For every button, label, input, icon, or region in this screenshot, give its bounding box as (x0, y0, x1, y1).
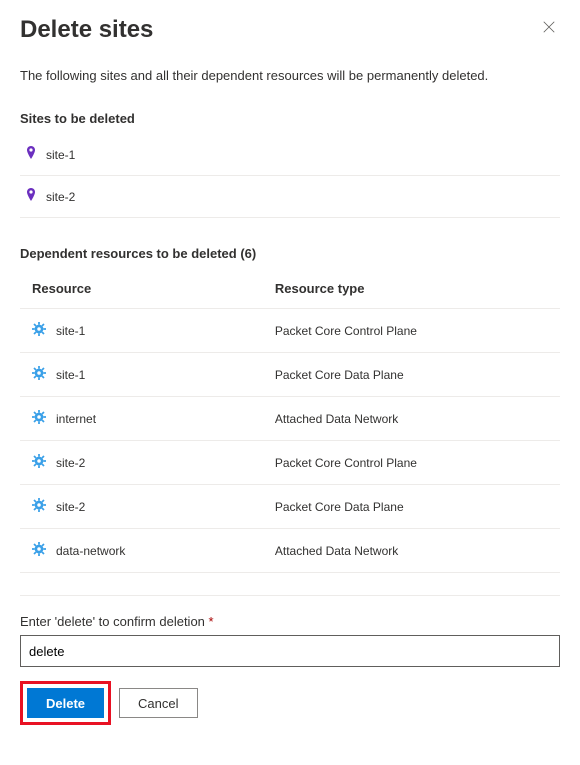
gear-icon (32, 322, 46, 339)
close-button[interactable] (538, 16, 560, 40)
delete-highlight: Delete (20, 681, 111, 725)
gear-icon (32, 410, 46, 427)
column-resource: Resource (32, 281, 275, 296)
site-name: site-2 (46, 190, 75, 204)
separator (20, 595, 560, 596)
site-name: site-1 (46, 148, 75, 162)
gear-icon (32, 366, 46, 383)
dependent-table-header: Resource Resource type (20, 269, 560, 309)
resource-name: site-2 (56, 500, 85, 514)
sites-list: site-1 site-2 (20, 134, 560, 218)
resource-name: site-2 (56, 456, 85, 470)
gear-icon (32, 498, 46, 515)
resource-type: Packet Core Control Plane (275, 456, 560, 470)
cancel-button[interactable]: Cancel (119, 688, 197, 718)
pin-icon (26, 188, 36, 205)
resource-type: Packet Core Data Plane (275, 500, 560, 514)
table-row: site-1 Packet Core Control Plane (20, 309, 560, 353)
sites-section-title: Sites to be deleted (20, 111, 560, 126)
gear-icon (32, 542, 46, 559)
required-marker: * (209, 614, 214, 629)
confirm-label: Enter 'delete' to confirm deletion * (20, 614, 560, 629)
description-text: The following sites and all their depend… (20, 68, 560, 83)
table-row: data-network Attached Data Network (20, 529, 560, 573)
table-row: site-2 Packet Core Data Plane (20, 485, 560, 529)
confirm-input[interactable] (20, 635, 560, 667)
site-row: site-2 (20, 176, 560, 218)
table-row: internet Attached Data Network (20, 397, 560, 441)
column-type: Resource type (275, 281, 560, 296)
resource-type: Attached Data Network (275, 412, 560, 426)
page-title: Delete sites (20, 16, 153, 44)
resource-name: site-1 (56, 324, 85, 338)
pin-icon (26, 146, 36, 163)
resource-name: data-network (56, 544, 125, 558)
site-row: site-1 (20, 134, 560, 176)
close-icon (542, 21, 556, 37)
resource-type: Packet Core Control Plane (275, 324, 560, 338)
delete-button[interactable]: Delete (27, 688, 104, 718)
resource-type: Packet Core Data Plane (275, 368, 560, 382)
gear-icon (32, 454, 46, 471)
resource-name: site-1 (56, 368, 85, 382)
table-row: site-1 Packet Core Data Plane (20, 353, 560, 397)
table-row: site-2 Packet Core Control Plane (20, 441, 560, 485)
resource-name: internet (56, 412, 96, 426)
resource-type: Attached Data Network (275, 544, 560, 558)
dependent-section-title: Dependent resources to be deleted (6) (20, 246, 560, 261)
dependent-table: site-1 Packet Core Control Plane site-1 … (20, 309, 560, 573)
